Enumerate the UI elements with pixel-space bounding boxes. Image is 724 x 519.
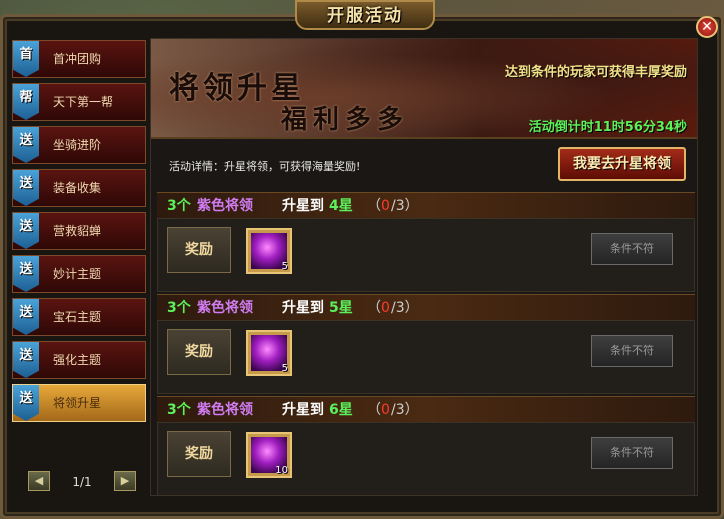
task-row: 3个 紫色将领 升星到 5星 （ 0 /3） 奖励 5 条件不符 bbox=[157, 294, 695, 394]
item-count: 5 bbox=[281, 363, 288, 374]
task-count: 3个 bbox=[167, 300, 191, 316]
close-button[interactable]: ✕ bbox=[696, 16, 718, 38]
task-header: 3个 紫色将领 升星到 5星 （ 0 /3） bbox=[157, 294, 695, 322]
task-action: 升星到 bbox=[282, 198, 324, 214]
reward-label: 奖励 bbox=[167, 431, 231, 477]
sidebar-item-mount[interactable]: 送 坐骑进阶 bbox=[12, 126, 146, 164]
reward-label: 奖励 bbox=[167, 329, 231, 375]
activity-content: 将领升星 福利多多 达到条件的玩家可获得丰厚奖励 活动倒计时11时56分34秒 … bbox=[150, 38, 698, 496]
task-row: 3个 紫色将领 升星到 4星 （ 0 /3） 奖励 5 条件不符 bbox=[157, 192, 695, 292]
sidebar-item-equipment[interactable]: 送 装备收集 bbox=[12, 169, 146, 207]
task-quality: 紫色将领 bbox=[197, 300, 253, 316]
task-body: 奖励 5 条件不符 bbox=[157, 218, 695, 292]
task-header: 3个 紫色将领 升星到 4星 （ 0 /3） bbox=[157, 192, 695, 220]
sidebar-item-enhance[interactable]: 送 强化主题 bbox=[12, 341, 146, 379]
prev-page-button[interactable]: ◀ bbox=[28, 471, 50, 491]
banner-slogan: 福利多多 bbox=[281, 105, 410, 135]
task-count: 3个 bbox=[167, 198, 191, 214]
sidebar-item-label: 营救貂蝉 bbox=[53, 224, 102, 238]
claim-button-disabled[interactable]: 条件不符 bbox=[591, 335, 673, 367]
task-progress: 0 bbox=[381, 402, 390, 418]
claim-button-disabled[interactable]: 条件不符 bbox=[591, 233, 673, 265]
activity-description: 活动详情：升星将领，可获得海量奖励! bbox=[169, 160, 361, 173]
task-action: 升星到 bbox=[282, 402, 324, 418]
task-target: 5星 bbox=[329, 300, 353, 316]
close-icon: ✕ bbox=[701, 19, 713, 35]
tag-icon: 送 bbox=[13, 299, 39, 335]
go-upgrade-button[interactable]: 我要去升星将领 bbox=[558, 147, 686, 181]
sidebar-item-label: 将领升星 bbox=[53, 396, 102, 410]
sidebar-item-label: 妙计主题 bbox=[53, 267, 102, 281]
arrow-left-icon: ◀ bbox=[34, 474, 44, 487]
tag-icon: 送 bbox=[13, 213, 39, 249]
tag-icon: 送 bbox=[13, 385, 39, 421]
activity-banner: 将领升星 福利多多 达到条件的玩家可获得丰厚奖励 活动倒计时11时56分34秒 bbox=[151, 39, 697, 139]
sidebar-item-gem[interactable]: 送 宝石主题 bbox=[12, 298, 146, 336]
tag-icon: 首 bbox=[13, 41, 39, 77]
arrow-right-icon: ▶ bbox=[120, 474, 130, 487]
sidebar-item-label: 坐骑进阶 bbox=[53, 138, 102, 152]
tag-icon: 送 bbox=[13, 342, 39, 378]
task-progress-open: （ bbox=[367, 300, 381, 316]
sidebar-item-label: 首冲团购 bbox=[53, 52, 102, 66]
task-progress-total: /3） bbox=[391, 300, 419, 316]
sidebar-item-label: 装备收集 bbox=[53, 181, 102, 195]
task-body: 奖励 5 条件不符 bbox=[157, 320, 695, 394]
tag-icon: 送 bbox=[13, 127, 39, 163]
banner-subtitle: 达到条件的玩家可获得丰厚奖励 bbox=[504, 65, 687, 80]
tag-icon: 送 bbox=[13, 170, 39, 206]
claim-button-disabled[interactable]: 条件不符 bbox=[591, 437, 673, 469]
sidebar-item-label: 宝石主题 bbox=[53, 310, 102, 324]
task-progress-open: （ bbox=[367, 402, 381, 418]
task-progress: 0 bbox=[381, 198, 390, 214]
reward-item-slot[interactable]: 5 bbox=[246, 228, 292, 274]
task-progress-total: /3） bbox=[391, 402, 419, 418]
tag-icon: 帮 bbox=[13, 84, 39, 120]
task-progress-total: /3） bbox=[391, 198, 419, 214]
item-count: 10 bbox=[275, 465, 288, 476]
item-count: 5 bbox=[281, 261, 288, 272]
task-row: 3个 紫色将领 升星到 6星 （ 0 /3） 奖励 10 条件不符 bbox=[157, 396, 695, 496]
sidebar-item-top-guild[interactable]: 帮 天下第一帮 bbox=[12, 83, 146, 121]
task-target: 6星 bbox=[329, 402, 353, 418]
task-target: 4星 bbox=[329, 198, 353, 214]
page-indicator: 1/1 bbox=[72, 475, 92, 489]
task-count: 3个 bbox=[167, 402, 191, 418]
task-header: 3个 紫色将领 升星到 6星 （ 0 /3） bbox=[157, 396, 695, 424]
sidebar-item-label: 天下第一帮 bbox=[53, 95, 114, 109]
countdown-timer: 活动倒计时11时56分34秒 bbox=[528, 120, 687, 135]
sidebar-item-general-star[interactable]: 送 将领升星 bbox=[12, 384, 146, 422]
activity-sidebar: 首 首冲团购 帮 天下第一帮 送 坐骑进阶 送 装备收集 送 营救貂蝉 送 妙计… bbox=[12, 40, 146, 495]
window-title: 开服活动 bbox=[295, 0, 435, 30]
reward-item-slot[interactable]: 10 bbox=[246, 432, 292, 478]
reward-item-slot[interactable]: 5 bbox=[246, 330, 292, 376]
task-body: 奖励 10 条件不符 bbox=[157, 422, 695, 496]
sidebar-item-label: 强化主题 bbox=[53, 353, 102, 367]
task-progress: 0 bbox=[381, 300, 390, 316]
task-action: 升星到 bbox=[282, 300, 324, 316]
sidebar-item-rescue[interactable]: 送 营救貂蝉 bbox=[12, 212, 146, 250]
sidebar-pager: ◀ 1/1 ▶ bbox=[16, 471, 136, 493]
tag-icon: 送 bbox=[13, 256, 39, 292]
task-quality: 紫色将领 bbox=[197, 198, 253, 214]
next-page-button[interactable]: ▶ bbox=[114, 471, 136, 491]
task-quality: 紫色将领 bbox=[197, 402, 253, 418]
reward-label: 奖励 bbox=[167, 227, 231, 273]
sidebar-item-strategy[interactable]: 送 妙计主题 bbox=[12, 255, 146, 293]
sidebar-item-first-recharge[interactable]: 首 首冲团购 bbox=[12, 40, 146, 78]
task-progress-open: （ bbox=[367, 198, 381, 214]
